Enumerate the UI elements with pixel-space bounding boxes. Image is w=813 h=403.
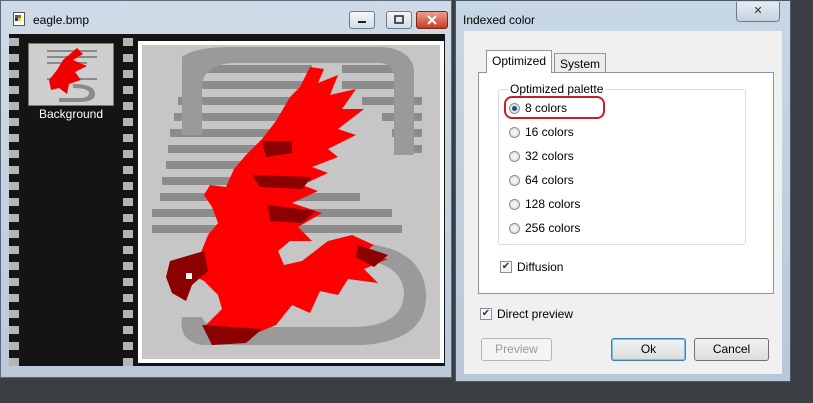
direct-preview-checkbox-row[interactable]: ✔ Direct preview <box>480 307 573 321</box>
film-perforations-right <box>123 34 133 366</box>
cancel-button-label: Cancel <box>712 342 751 356</box>
diffusion-checkbox-row[interactable]: ✔ Diffusion <box>500 260 563 274</box>
image-canvas[interactable] <box>138 41 444 363</box>
radio-label: 64 colors <box>525 173 574 187</box>
radio-32-colors[interactable]: 32 colors <box>509 147 574 165</box>
image-window-titlebar[interactable]: eagle.bmp <box>1 1 451 33</box>
radio-button[interactable] <box>509 198 520 210</box>
minimize-icon <box>358 21 366 23</box>
diffusion-label: Diffusion <box>517 260 564 274</box>
tab-optimized[interactable]: Optimized <box>486 50 553 73</box>
radio-label: 8 colors <box>525 101 568 115</box>
preview-button-label: Preview <box>495 342 538 356</box>
maximize-button[interactable] <box>386 11 412 29</box>
optimized-palette-group: Optimized palette 8 colors 16 colors 32 … <box>498 82 746 245</box>
group-label: Optimized palette <box>508 82 606 96</box>
image-window-title: eagle.bmp <box>33 13 90 27</box>
radio-button[interactable] <box>509 150 520 162</box>
ok-button-label: Ok <box>640 342 657 356</box>
image-window-content: Background <box>9 34 445 366</box>
indexed-color-dialog: Indexed color ✕ Optimized System Optimiz… <box>455 0 791 382</box>
tab-system-label: System <box>560 57 601 71</box>
ok-button[interactable]: Ok <box>611 338 686 361</box>
direct-preview-label: Direct preview <box>497 307 574 321</box>
minimize-button[interactable] <box>349 11 375 29</box>
dialog-close-button[interactable]: ✕ <box>736 2 780 22</box>
radio-16-colors[interactable]: 16 colors <box>509 123 574 141</box>
close-icon <box>427 15 437 25</box>
restore-icon <box>394 15 404 24</box>
radio-256-colors[interactable]: 256 colors <box>509 219 580 237</box>
preview-button[interactable]: Preview <box>481 338 552 361</box>
tab-system[interactable]: System <box>554 53 607 74</box>
bitmap-file-icon <box>13 12 25 26</box>
close-icon: ✕ <box>753 5 763 17</box>
radio-64-colors[interactable]: 64 colors <box>509 171 574 189</box>
radio-label: 32 colors <box>525 149 574 163</box>
radio-label: 128 colors <box>525 197 581 211</box>
diffusion-checkbox[interactable]: ✔ <box>500 261 512 273</box>
layers-filmstrip: Background <box>9 34 133 366</box>
film-perforations-left <box>9 34 19 366</box>
optimized-tab-panel: Optimized palette 8 colors 16 colors 32 … <box>478 72 774 294</box>
radio-button[interactable] <box>509 174 520 186</box>
cancel-button[interactable]: Cancel <box>694 338 769 361</box>
radio-128-colors[interactable]: 128 colors <box>509 195 580 213</box>
eagle-thumbnail-image <box>29 44 113 105</box>
dialog-title: Indexed color <box>463 13 536 27</box>
radio-button[interactable] <box>509 222 520 234</box>
close-button[interactable] <box>416 11 448 29</box>
layer-name: Background <box>38 107 104 121</box>
eagle-image <box>142 45 440 359</box>
layer-thumbnail[interactable] <box>28 43 114 106</box>
tab-optimized-label: Optimized <box>492 54 547 68</box>
image-window: eagle.bmp Background <box>0 0 452 378</box>
dialog-client-area: Optimized System Optimized palette 8 col… <box>464 31 782 374</box>
radio-label: 256 colors <box>525 221 581 235</box>
radio-button[interactable] <box>509 126 520 138</box>
radio-label: 16 colors <box>525 125 574 139</box>
direct-preview-checkbox[interactable]: ✔ <box>480 308 492 320</box>
radio-8-colors[interactable]: 8 colors <box>509 99 567 117</box>
radio-button[interactable] <box>509 102 520 114</box>
